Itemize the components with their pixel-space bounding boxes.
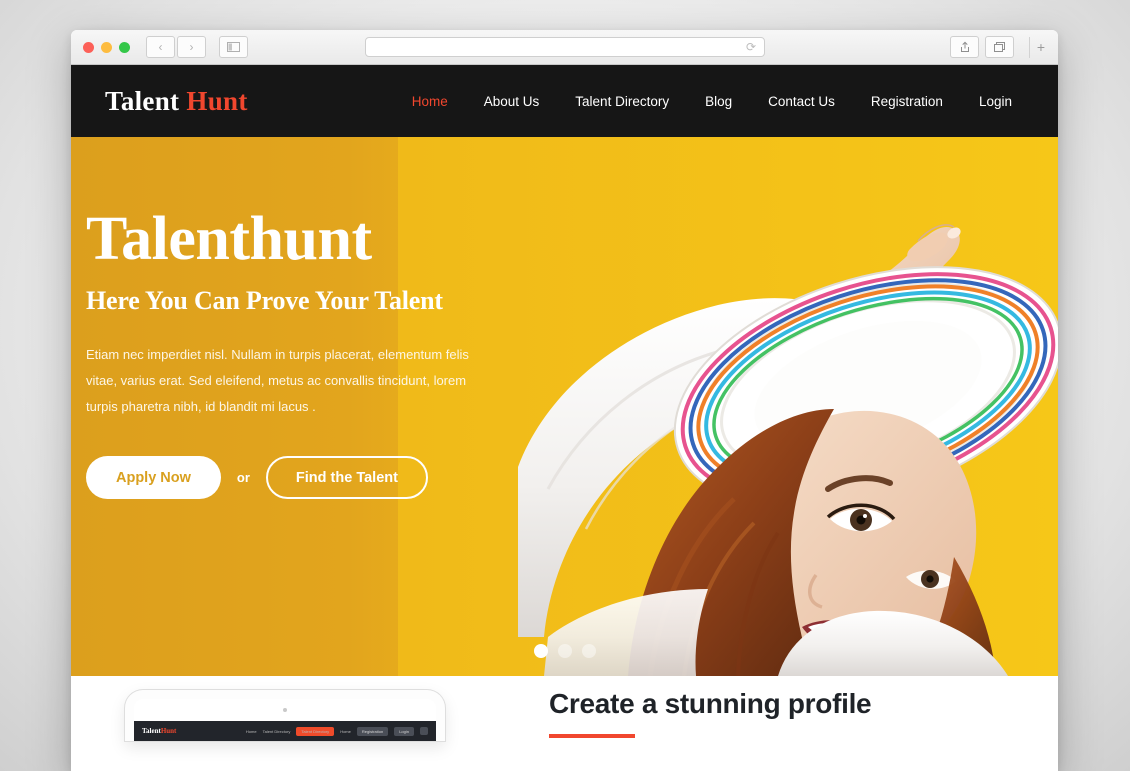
title-underline-accent (549, 734, 635, 738)
apply-now-button[interactable]: Apply Now (86, 456, 221, 500)
tablet-mockup: TalentHunt Home Talent Directory Talent … (125, 690, 445, 741)
nav-item-contact-us[interactable]: Contact Us (750, 94, 853, 109)
mockup-nav-directory: Talent Directory (262, 728, 291, 734)
nav-item-home[interactable]: Home (394, 94, 466, 109)
tabs-icon (994, 42, 1005, 52)
mockup-logo-primary: Talent (142, 727, 161, 735)
carousel-dot-2[interactable] (557, 644, 572, 658)
sidebar-icon (227, 42, 240, 52)
logo-text-primary: Talent (105, 85, 180, 116)
window-controls (83, 41, 130, 53)
address-bar[interactable]: ⟳ (365, 37, 765, 57)
hero-actions: Apply Now or Find the Talent (86, 456, 526, 500)
mockup-nav-home: Home (245, 728, 257, 734)
close-window-button[interactable] (83, 41, 94, 53)
minimize-window-button[interactable] (101, 41, 112, 53)
main-navigation: Home About Us Talent Directory Blog Cont… (394, 94, 1030, 109)
mockup-cta-button: Talent Directory (296, 726, 335, 736)
hero-subtitle: Here You Can Prove Your Talent (86, 286, 443, 316)
section-copy: Create a stunning profile (501, 676, 1018, 771)
forward-button[interactable]: › (177, 36, 206, 58)
carousel-dot-3[interactable] (581, 644, 596, 658)
hero-section: Talenthunt Here You Can Prove Your Talen… (71, 137, 1058, 676)
new-tab-button[interactable]: + (1029, 36, 1052, 58)
sidebar-toggle-button[interactable] (219, 36, 248, 58)
camera-icon (283, 708, 287, 712)
logo-text-accent: Hunt (186, 85, 248, 116)
mockup-logo: TalentHunt (142, 727, 176, 735)
back-button[interactable]: ‹ (146, 36, 175, 58)
show-tabs-button[interactable] (985, 36, 1014, 58)
browser-titlebar: ‹ › ⟳ + (71, 30, 1058, 65)
section-title: Create a stunning profile (549, 688, 872, 719)
nav-item-blog[interactable]: Blog (687, 94, 750, 109)
nav-item-about-us[interactable]: About Us (466, 94, 558, 109)
hero-copy: Talenthunt Here You Can Prove Your Talen… (86, 205, 526, 500)
carousel-dot-1[interactable] (533, 644, 548, 658)
actions-separator: or (236, 470, 250, 486)
hero-paragraph: Etiam nec imperdiet nisl. Nullam in turp… (86, 347, 469, 415)
mockup-menu-icon (420, 727, 428, 735)
find-the-talent-button[interactable]: Find the Talent (265, 456, 428, 500)
carousel-dots (71, 644, 1058, 658)
share-icon (960, 41, 969, 52)
toolbar-right-buttons (950, 36, 1014, 58)
mockup-logo-accent: Hunt (160, 727, 177, 735)
mockup-login-button: Login (394, 726, 414, 736)
nav-item-talent-directory[interactable]: Talent Directory (557, 94, 687, 109)
maximize-window-button[interactable] (119, 41, 130, 53)
hero-title: Talenthunt (86, 205, 372, 273)
tablet-mockup-wrapper: TalentHunt Home Talent Directory Talent … (111, 676, 501, 771)
page-viewport: Talent Hunt Home About Us Talent Directo… (71, 65, 1058, 771)
mockup-site-header: TalentHunt Home Talent Directory Talent … (134, 721, 436, 741)
navigation-buttons: ‹ › (146, 36, 248, 58)
nav-item-registration[interactable]: Registration (853, 94, 961, 109)
browser-window: ‹ › ⟳ + Talent Hunt Home About Us Talent… (71, 30, 1058, 771)
site-logo[interactable]: Talent Hunt (105, 86, 248, 117)
mockup-registration-button: Registration (356, 726, 389, 736)
share-button[interactable] (950, 36, 979, 58)
mockup-nav-blog: Home (340, 728, 351, 734)
profile-section: TalentHunt Home Talent Directory Talent … (71, 676, 1058, 771)
mockup-navigation: Home Talent Directory Talent Directory H… (245, 726, 428, 736)
site-header: Talent Hunt Home About Us Talent Directo… (71, 65, 1058, 137)
reload-icon[interactable]: ⟳ (746, 40, 756, 54)
nav-item-login[interactable]: Login (961, 94, 1030, 109)
